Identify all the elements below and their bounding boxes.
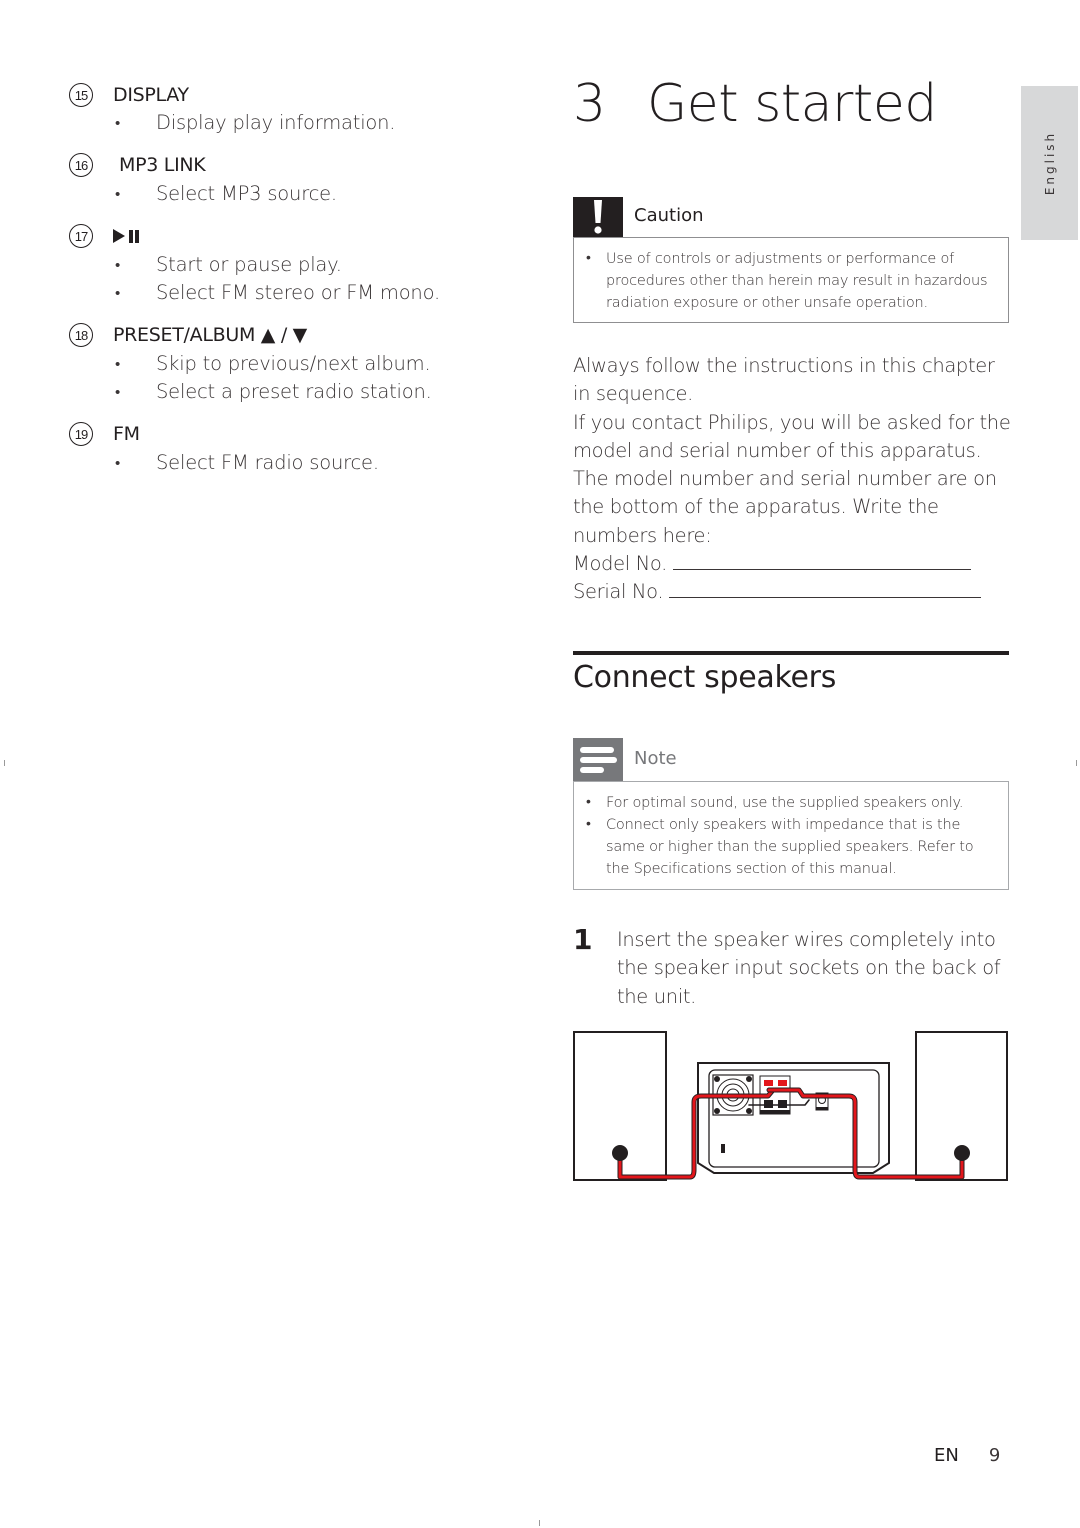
- item-16-heading: 16 MP3 LINK: [69, 152, 206, 178]
- model-number-field[interactable]: [672, 551, 971, 571]
- bullet-item: • Start or pause play.: [115, 253, 342, 276]
- item-title: PRESET/ALBUM ▲ / ▼: [113, 324, 307, 346]
- note-bullet: Connect only speakers with impedance tha…: [586, 813, 998, 880]
- main-unit-back: [697, 1062, 890, 1174]
- bullet-item: • Select MP3 source.: [115, 182, 337, 205]
- note-bullet: For optimal sound, use the supplied spea…: [586, 791, 998, 814]
- model-number-label: Model No.: [573, 552, 667, 576]
- caution-bullet: Use of controls or adjustments or perfor…: [586, 247, 998, 314]
- section-divider: [573, 651, 1009, 655]
- item-number-badge: 18: [69, 323, 93, 347]
- step-number: 1: [573, 923, 593, 956]
- step-text: Insert the speaker wires completely into…: [617, 928, 1001, 1008]
- serial-number-row: Serial No.: [573, 578, 1013, 606]
- crop-mark: [4, 760, 5, 766]
- bullet-item: • Select FM radio source.: [115, 451, 379, 474]
- intro-paragraph-1: Always follow the instructions in this c…: [573, 354, 995, 406]
- chapter-number: 3: [573, 74, 606, 134]
- note-header: Note: [573, 738, 1009, 781]
- page-footer: EN 9: [934, 1445, 1000, 1466]
- item-15-heading: 15 DISPLAY: [69, 82, 189, 108]
- chapter-title: 3 Get started: [573, 74, 937, 134]
- caution-header: Caution: [573, 197, 1009, 237]
- intro-paragraph-2: If you contact Philips, you will be aske…: [573, 410, 1011, 547]
- intro-text: Always follow the instructions in this c…: [573, 352, 1013, 607]
- note-body: For optimal sound, use the supplied spea…: [573, 781, 1009, 890]
- footer-language: EN: [934, 1445, 959, 1466]
- item-title: MP3 LINK: [119, 154, 206, 176]
- note-lines-icon: [573, 738, 623, 781]
- item-number-badge: 16: [69, 153, 93, 177]
- chapter-title-text: Get started: [647, 74, 937, 134]
- language-label: English: [1042, 130, 1057, 196]
- note-label: Note: [634, 748, 677, 769]
- left-speaker-jack: [612, 1145, 628, 1161]
- play-pause-icon: [113, 229, 139, 243]
- bullet-item: • Select a preset radio station.: [115, 380, 432, 403]
- caution-body: Use of controls or adjustments or perfor…: [573, 237, 1009, 323]
- item-18-heading: 18 PRESET/ALBUM ▲ / ▼: [69, 322, 307, 348]
- item-19-heading: 19 FM: [69, 421, 140, 447]
- caution-label: Caution: [634, 205, 704, 226]
- item-17-heading: 17: [69, 223, 139, 249]
- crop-mark: [539, 1520, 540, 1526]
- exclamation-icon: [573, 197, 623, 237]
- right-speaker-jack: [954, 1145, 970, 1161]
- model-number-row: Model No.: [573, 550, 1013, 578]
- note-callout: Note For optimal sound, use the supplied…: [573, 738, 1009, 890]
- item-number-badge: 19: [69, 422, 93, 446]
- language-tab: English: [1021, 86, 1078, 240]
- bullet-item: • Select FM stereo or FM mono.: [115, 281, 440, 304]
- speaker-connection-diagram: [573, 1030, 1010, 1185]
- serial-number-field[interactable]: [669, 579, 982, 599]
- bullet-item: • Display play information.: [115, 111, 396, 134]
- bullet-item: • Skip to previous/next album.: [115, 352, 431, 375]
- item-number-badge: 17: [69, 224, 93, 248]
- caution-callout: Caution Use of controls or adjustments o…: [573, 197, 1009, 323]
- section-title: Connect speakers: [573, 660, 837, 695]
- item-number-badge: 15: [69, 83, 93, 107]
- item-title: DISPLAY: [113, 84, 189, 106]
- page-number: 9: [988, 1445, 1001, 1466]
- crop-mark: [1076, 760, 1077, 766]
- serial-number-label: Serial No.: [573, 580, 664, 604]
- item-title: FM: [113, 423, 140, 445]
